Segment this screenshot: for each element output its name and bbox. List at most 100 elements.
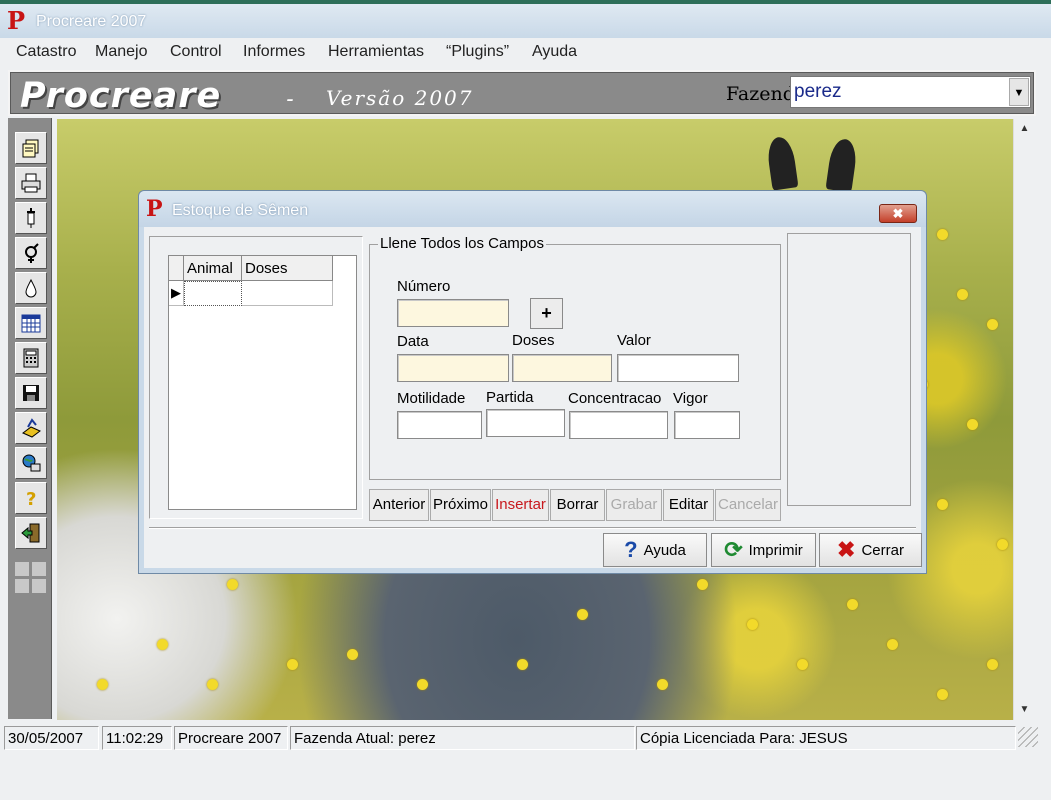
numero-label: Número xyxy=(397,278,451,295)
partida-input[interactable] xyxy=(486,409,565,437)
help-button[interactable]: ? Ayuda xyxy=(603,533,707,567)
data-input[interactable] xyxy=(397,354,509,382)
close-button-label: Cerrar xyxy=(861,541,904,559)
close-button[interactable]: ✖ Cerrar xyxy=(819,533,922,567)
semen-stock-dialog: P Estoque de Sêmen ✖ Animal Doses ▶ Llen… xyxy=(138,190,927,574)
exit-icon xyxy=(21,523,40,543)
status-date: 30/05/2007 xyxy=(4,726,99,750)
calculator-icon xyxy=(23,348,39,368)
farm-select[interactable]: perez ▼ xyxy=(790,76,1031,108)
menu-herramientas[interactable]: Herramientas xyxy=(328,43,424,61)
row-indicator-icon: ▶ xyxy=(169,281,184,306)
syringe-icon xyxy=(27,208,35,228)
dialog-close-button[interactable]: ✖ xyxy=(879,204,917,223)
toolbar-network-button[interactable] xyxy=(15,447,47,479)
grid-header-animal[interactable]: Animal xyxy=(184,256,242,281)
plus-icon: + xyxy=(541,303,552,323)
resize-grip-icon[interactable] xyxy=(1018,727,1038,747)
editar-button[interactable]: Editar xyxy=(663,489,714,521)
semen-grid[interactable]: Animal Doses ▶ xyxy=(168,255,357,510)
menu-ayuda[interactable]: Ayuda xyxy=(532,43,577,61)
brand-title: Procreare xyxy=(20,76,222,116)
drop-icon xyxy=(25,278,37,298)
dialog-logo-icon: P xyxy=(146,196,163,222)
vigor-label: Vigor xyxy=(673,390,708,407)
toolbar-drop-button[interactable] xyxy=(15,272,47,304)
network-icon xyxy=(22,454,41,472)
toolbar-exit-button[interactable] xyxy=(15,517,47,549)
dialog-titlebar[interactable]: P Estoque de Sêmen ✖ xyxy=(139,191,926,227)
grid-cell-animal[interactable] xyxy=(184,281,242,306)
grid-panel: Animal Doses ▶ xyxy=(149,236,363,519)
brand-version: Versão 2007 xyxy=(326,86,474,110)
status-app: Procreare 2007 xyxy=(174,726,288,750)
app-banner: Procreare - Versão 2007 Fazenda perez ▼ xyxy=(8,70,1036,116)
question-icon: ? xyxy=(624,537,638,562)
vigor-input[interactable] xyxy=(674,411,740,439)
brand-separator: - xyxy=(286,86,294,111)
toolbar-help-button[interactable]: ? xyxy=(15,482,47,514)
side-panel xyxy=(787,233,911,506)
partida-label: Partida xyxy=(486,389,534,406)
status-time: 11:02:29 xyxy=(102,726,172,750)
toolbar-print-button[interactable] xyxy=(15,167,47,199)
menu-control[interactable]: Control xyxy=(170,43,222,61)
chevron-down-icon[interactable]: ▼ xyxy=(1009,78,1029,106)
toolbar-documents-button[interactable] xyxy=(15,132,47,164)
toolbar-gender-button[interactable] xyxy=(15,237,47,269)
close-icon: ✖ xyxy=(892,206,904,221)
refresh-icon: ⟳ xyxy=(724,537,743,562)
form-legend: Llene Todos los Campos xyxy=(378,235,546,252)
horse-ear-right xyxy=(825,137,859,193)
proximo-button[interactable]: Próximo xyxy=(430,489,491,521)
dialog-title: Estoque de Sêmen xyxy=(172,202,309,219)
cancelar-button[interactable]: Cancelar xyxy=(715,489,781,521)
left-toolbar: ? xyxy=(8,118,52,719)
svg-text:?: ? xyxy=(26,489,36,509)
data-label: Data xyxy=(397,333,429,350)
scroll-up-icon[interactable]: ▲ xyxy=(1014,119,1035,139)
print-button[interactable]: ⟳ Imprimir xyxy=(711,533,816,567)
printer-icon xyxy=(21,173,41,193)
vertical-scrollbar[interactable]: ▲ ▼ xyxy=(1013,119,1035,720)
tiles-icon[interactable] xyxy=(15,562,47,594)
window-title: Procreare 2007 xyxy=(36,13,147,30)
menu-manejo[interactable]: Manejo xyxy=(95,43,147,61)
toolbar-calendar-button[interactable] xyxy=(15,307,47,339)
doses-input[interactable] xyxy=(512,354,612,382)
menu-catastro[interactable]: Catastro xyxy=(16,43,76,61)
valor-input[interactable] xyxy=(617,354,739,382)
toolbar-syringe-button[interactable] xyxy=(15,202,47,234)
menu-plugins[interactable]: “Plugins” xyxy=(446,43,509,61)
concentracao-label: Concentracao xyxy=(568,390,662,407)
toolbar-save-button[interactable] xyxy=(15,377,47,409)
valor-label: Valor xyxy=(617,332,651,349)
farm-select-value: perez xyxy=(794,81,842,102)
window-titlebar[interactable]: P Procreare 2007 xyxy=(0,4,1051,38)
status-farm: Fazenda Atual: perez xyxy=(290,726,635,750)
insertar-button[interactable]: Insertar xyxy=(492,489,549,521)
dialog-body: Animal Doses ▶ Llene Todos los Campos Nú… xyxy=(144,227,922,568)
scroll-down-icon[interactable]: ▼ xyxy=(1014,700,1035,720)
menu-informes[interactable]: Informes xyxy=(243,43,305,61)
horse-ear-left xyxy=(765,135,799,191)
concentracao-input[interactable] xyxy=(569,411,668,439)
doses-label: Doses xyxy=(512,332,555,349)
close-x-icon: ✖ xyxy=(837,537,856,562)
dialog-divider xyxy=(149,527,916,529)
borrar-button[interactable]: Borrar xyxy=(550,489,605,521)
grid-cell-doses[interactable] xyxy=(242,281,333,306)
motilidade-input[interactable] xyxy=(397,411,482,439)
motilidade-label: Motilidade xyxy=(397,390,466,407)
help-icon: ? xyxy=(26,489,36,509)
grid-header-doses[interactable]: Doses xyxy=(242,256,333,281)
grabar-button[interactable]: Grabar xyxy=(606,489,662,521)
numero-input[interactable] xyxy=(397,299,509,327)
anterior-button[interactable]: Anterior xyxy=(369,489,429,521)
toolbar-calculator-button[interactable] xyxy=(15,342,47,374)
help-button-label: Ayuda xyxy=(643,541,686,559)
record-form: Llene Todos los Campos Número + Data Dos… xyxy=(369,235,781,480)
add-animal-button[interactable]: + xyxy=(530,298,563,329)
documents-icon xyxy=(22,139,39,158)
toolbar-backup-button[interactable] xyxy=(15,412,47,444)
